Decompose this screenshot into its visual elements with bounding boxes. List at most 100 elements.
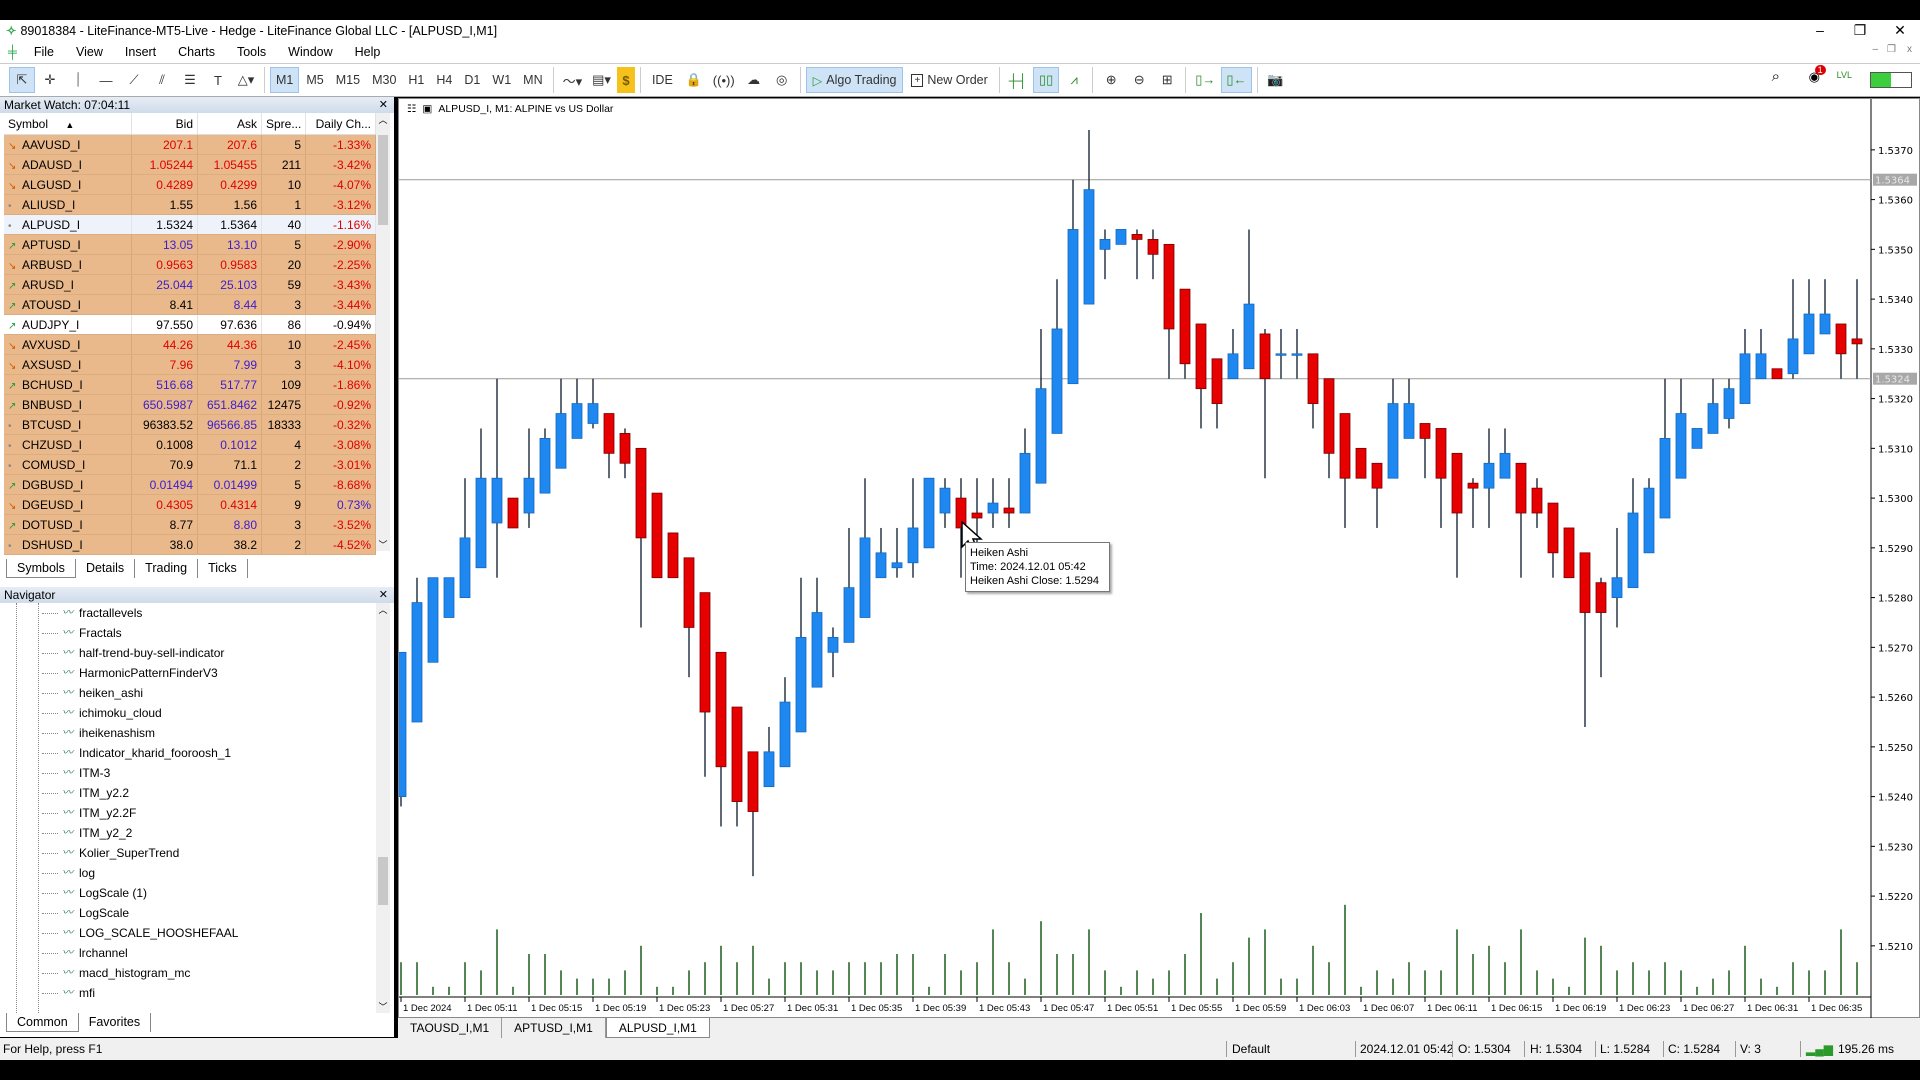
market-watch-row[interactable]: ↘ AAVUSD_I 207.1 207.6 5 -1.33% (4, 135, 376, 155)
candle-bull[interactable] (987, 502, 999, 514)
algo-trading-button[interactable]: ▷ Algo Trading (805, 67, 904, 93)
candle-bull[interactable] (1227, 353, 1239, 380)
candle-bull[interactable] (1611, 577, 1623, 599)
candle-bull[interactable] (443, 577, 455, 618)
candle-bear[interactable] (1259, 333, 1271, 380)
vertical-line-icon[interactable]: ⏐ (65, 67, 91, 93)
candle-bull[interactable] (1243, 303, 1255, 370)
market-watch-row[interactable]: ↗ BCHUSD_I 516.68 517.77 109 -1.86% (4, 375, 376, 395)
candle-bear[interactable] (1451, 452, 1463, 514)
menu-window[interactable]: Window (277, 45, 343, 59)
col-bid[interactable]: Bid (132, 113, 198, 134)
search-icon[interactable]: ⌕ (1772, 68, 1780, 85)
candle-bear[interactable] (507, 497, 519, 529)
candle-bull[interactable] (859, 537, 871, 618)
candle-bull[interactable] (1019, 452, 1031, 514)
scroll-up-icon[interactable]: ︿ (376, 113, 390, 126)
candle-bull[interactable] (891, 562, 903, 569)
chart-tab-aptusd-i-m1[interactable]: APTUSD_I,M1 (502, 1018, 606, 1038)
candlestick-chart-icon[interactable]: ▯▯ (1033, 67, 1060, 93)
chart-window[interactable]: 1.5370 1.5360 1.5350 1.5340 1.5330 1.5320 1.53… (398, 98, 1920, 1019)
col-spread[interactable]: Spre... (262, 113, 306, 134)
chart-tab-taousd-i-m1[interactable]: TAOUSD_I,M1 (398, 1018, 503, 1038)
candle-bear[interactable] (1515, 462, 1527, 514)
candle-bear[interactable] (1003, 507, 1015, 514)
candle-bear[interactable] (1339, 413, 1351, 479)
navigator-item[interactable]: 〰 log (4, 863, 376, 883)
navigator-item[interactable]: 〰 Kolier_SuperTrend (4, 843, 376, 863)
text-icon[interactable]: T (205, 67, 231, 93)
candle-bull[interactable] (843, 587, 855, 643)
bar-chart-icon[interactable]: ┼┤ (1005, 67, 1031, 93)
col-daily-change[interactable]: Daily Ch... (306, 113, 376, 134)
navigator-item[interactable]: 〰 LOG_SCALE_HOOSHEFAAL (4, 923, 376, 943)
navigator-item[interactable]: 〰 ITM-3 (4, 763, 376, 783)
navigator-item[interactable]: 〰 heiken_ashi (4, 683, 376, 703)
new-order-button[interactable]: + New Order (905, 67, 993, 93)
navigator-item[interactable]: 〰 half-trend-buy-sell-indicator (4, 643, 376, 663)
candle-bear[interactable] (1851, 338, 1863, 345)
indicators-icon[interactable]: 〜▾ (559, 67, 587, 93)
market-watch-row[interactable]: ↗ ATOUSD_I 8.41 8.44 3 -3.44% (4, 295, 376, 315)
fibonacci-icon[interactable]: ☰ (177, 67, 203, 93)
col-symbol[interactable]: Symbol ▲ (4, 113, 132, 134)
navigator-item[interactable]: 〰 ITM_y2_2 (4, 823, 376, 843)
candle-bull[interactable] (427, 577, 439, 663)
cursor-icon[interactable]: ⇱ (9, 67, 35, 93)
close-market-watch-icon[interactable]: ✕ (379, 97, 388, 113)
candle-bull[interactable] (1707, 403, 1719, 434)
candle-bull[interactable] (555, 413, 567, 469)
market-watch-row[interactable]: ↘ ARBUSD_I 0.9563 0.9583 20 -2.25% (4, 255, 376, 275)
candle-bear[interactable] (1371, 462, 1383, 489)
market-watch-row[interactable]: ↗ AUDJPY_I 97.550 97.636 86 -0.94% (4, 315, 376, 335)
candle-bull[interactable] (1803, 313, 1815, 355)
candle-bull[interactable] (1627, 512, 1639, 589)
templates-icon[interactable]: ▤▾ (588, 67, 615, 93)
timeframe-d1[interactable]: D1 (459, 67, 485, 93)
candle-bull[interactable] (795, 637, 807, 733)
candle-bear[interactable] (699, 592, 711, 713)
candle-bear[interactable] (1547, 502, 1559, 554)
candle-bull[interactable] (571, 403, 583, 439)
candle-bull[interactable] (1067, 229, 1079, 385)
navigator-scrollbar[interactable]: ︿ ﹀ (376, 603, 390, 1013)
candle-bear[interactable] (1419, 423, 1431, 439)
candle-bear[interactable] (971, 512, 983, 519)
navigator-item[interactable]: 〰 ichimoku_cloud (4, 703, 376, 723)
tab-symbols[interactable]: Symbols (6, 559, 76, 578)
chart-list-icon[interactable]: ☷ (407, 103, 416, 115)
candle-bull[interactable] (491, 477, 503, 524)
candle-bull[interactable] (587, 403, 599, 424)
market-watch-row[interactable]: ↘ DGEUSD_I 0.4305 0.4314 9 0.73% (4, 495, 376, 515)
candle-bull[interactable] (399, 651, 407, 798)
candle-bull[interactable] (1659, 437, 1671, 519)
navigator-item[interactable]: 〰 Indicator_kharid_fooroosh_1 (4, 743, 376, 763)
maximize-button[interactable]: ❐ (1840, 20, 1880, 41)
candle-bear[interactable] (1131, 234, 1143, 240)
navigator-item[interactable]: 〰 LogScale (4, 903, 376, 923)
minimize-button[interactable]: – (1800, 20, 1840, 41)
candle-bull[interactable] (1275, 353, 1287, 356)
candle-bear[interactable] (683, 557, 695, 628)
market-watch-row[interactable]: ↘ AXSUSD_I 7.96 7.99 3 -4.10% (4, 355, 376, 375)
navigator-item[interactable]: 〰 fractallevels (4, 603, 376, 623)
candle-bear[interactable] (747, 751, 759, 812)
screenshot-icon[interactable]: 📷 (1263, 67, 1289, 93)
candle-bull[interactable] (1035, 388, 1047, 484)
navigator-item[interactable]: 〰 lrchannel (4, 943, 376, 963)
candle-bull[interactable] (1291, 353, 1303, 356)
timeframe-w1[interactable]: W1 (487, 67, 516, 93)
market-watch-row[interactable]: • DSHUSD_I 38.0 38.2 2 -4.52% (4, 535, 376, 555)
notifications-icon[interactable]: ◉ 1 (1809, 65, 1826, 85)
chart-shift-icon[interactable]: ▯← (1221, 67, 1252, 93)
market-watch-row[interactable]: • COMUSD_I 70.9 71.1 2 -3.01% (4, 455, 376, 475)
tab-trading[interactable]: Trading (135, 559, 199, 578)
navigator-item[interactable]: 〰 macd_histogram_mc (4, 963, 376, 983)
timeframe-m5[interactable]: M5 (301, 67, 328, 93)
mdi-restore-button[interactable]: ❐ (1887, 44, 1896, 55)
zoom-out-icon[interactable]: ⊖ (1126, 67, 1152, 93)
candle-bear[interactable] (715, 651, 727, 768)
autoscroll-icon[interactable]: ▯→ (1191, 67, 1219, 93)
candle-bull[interactable] (1755, 353, 1767, 380)
scroll-down-icon[interactable]: ﹀ (376, 538, 390, 551)
